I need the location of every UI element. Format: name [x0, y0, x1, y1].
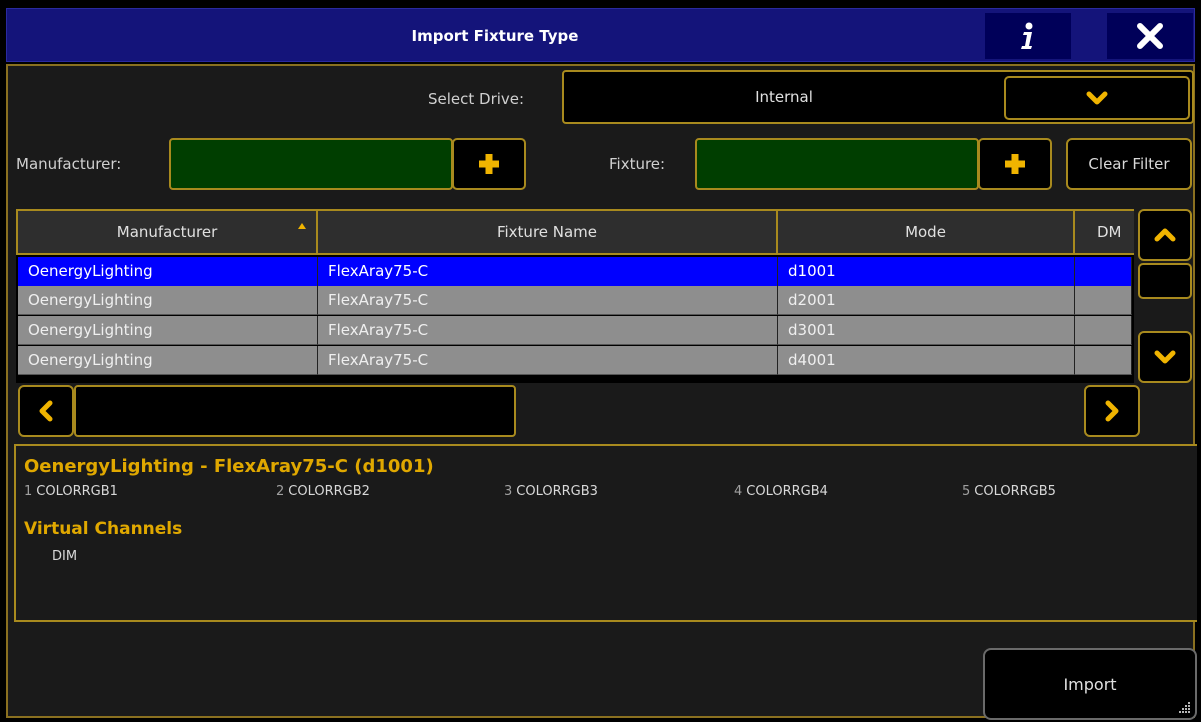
cell-manufacturer: OenergyLighting — [18, 257, 318, 286]
manufacturer-add-button[interactable] — [452, 138, 526, 190]
column-header-label: Fixture Name — [496, 223, 598, 241]
close-button[interactable] — [1107, 13, 1193, 59]
channel-item: 1 COLORRGB1 — [24, 484, 118, 499]
channel-name: COLORRGB5 — [974, 484, 1056, 499]
virtual-channel-item: DIM — [52, 549, 78, 564]
channel-name: COLORRGB2 — [288, 484, 370, 499]
drive-select-value: Internal — [755, 88, 813, 106]
scroll-left-button[interactable] — [18, 385, 74, 437]
drive-select[interactable]: Internal — [562, 70, 1194, 124]
column-header-label: Manufacturer — [116, 223, 218, 241]
channel-number: 2 — [276, 484, 285, 499]
table-row[interactable]: OenergyLighting FlexAray75-C d1001 — [18, 257, 1132, 286]
channel-name: COLORRGB4 — [746, 484, 828, 499]
chevron-left-icon — [39, 400, 53, 422]
cell-mode: d3001 — [778, 316, 1075, 345]
horizontal-scrollbar[interactable] — [16, 383, 1142, 439]
cell-dmx — [1075, 286, 1132, 315]
cell-mode: d1001 — [778, 257, 1075, 286]
scroll-up-button[interactable] — [1138, 209, 1192, 261]
channel-item: 4 COLORRGB4 — [734, 484, 828, 499]
cell-fixture-name: FlexAray75-C — [318, 346, 778, 375]
cell-manufacturer: OenergyLighting — [18, 316, 318, 345]
channel-number: 5 — [962, 484, 971, 499]
resize-grip-icon — [1179, 702, 1190, 713]
close-icon — [1137, 23, 1163, 49]
fixture-filter-label: Fixture: — [609, 155, 666, 173]
channel-item: 3 COLORRGB3 — [504, 484, 598, 499]
select-drive-label: Select Drive: — [428, 90, 525, 108]
cell-dmx — [1075, 257, 1132, 286]
column-header-dmx[interactable]: DM — [1075, 209, 1134, 255]
fixture-add-button[interactable] — [978, 138, 1052, 190]
manufacturer-filter-input[interactable] — [169, 138, 453, 190]
channel-name: COLORRGB1 — [36, 484, 118, 499]
drive-dropdown-button[interactable] — [1004, 76, 1190, 120]
table-row[interactable]: OenergyLighting FlexAray75-C d4001 — [18, 346, 1132, 375]
fixture-details-panel: OenergyLighting - FlexAray75-C (d1001) 1… — [14, 444, 1197, 622]
cell-fixture-name: FlexAray75-C — [318, 286, 778, 315]
chevron-up-icon — [1154, 228, 1176, 242]
title-bar: Import Fixture Type — [6, 8, 1195, 62]
column-header-manufacturer[interactable]: Manufacturer — [16, 209, 318, 255]
window-title: Import Fixture Type — [411, 27, 579, 45]
horizontal-scroll-thumb[interactable] — [74, 385, 516, 437]
scroll-right-button[interactable] — [1084, 385, 1140, 437]
fixture-table: Manufacturer Fixture Name Mode DM Oenerg… — [16, 209, 1134, 383]
column-header-label: Mode — [905, 223, 946, 241]
info-icon — [1021, 22, 1033, 49]
scroll-down-button[interactable] — [1138, 331, 1192, 383]
table-row[interactable]: OenergyLighting FlexAray75-C d3001 — [18, 316, 1132, 345]
channel-number: 3 — [504, 484, 513, 499]
column-header-fixture-name[interactable]: Fixture Name — [318, 209, 778, 255]
cell-fixture-name: FlexAray75-C — [318, 257, 778, 286]
cell-manufacturer: OenergyLighting — [18, 286, 318, 315]
channel-item: 5 COLORRGB5 — [962, 484, 1056, 499]
import-button-label: Import — [1063, 674, 1117, 694]
channel-number: 4 — [734, 484, 743, 499]
fixture-details-title: OenergyLighting - FlexAray75-C (d1001) — [24, 456, 434, 477]
vertical-scrollbar[interactable] — [1136, 209, 1192, 383]
fixture-filter-input[interactable] — [695, 138, 979, 190]
chevron-right-icon — [1105, 400, 1119, 422]
cell-mode: d2001 — [778, 286, 1075, 315]
chevron-down-icon — [1154, 350, 1176, 364]
import-button[interactable]: Import — [983, 648, 1197, 720]
sort-ascending-icon — [298, 223, 306, 229]
plus-icon — [1005, 154, 1025, 174]
cell-dmx — [1075, 316, 1132, 345]
scroll-thumb[interactable] — [1138, 263, 1192, 299]
virtual-channels-title: Virtual Channels — [24, 519, 183, 539]
table-row[interactable]: OenergyLighting FlexAray75-C d2001 — [18, 286, 1132, 315]
cell-dmx — [1075, 346, 1132, 375]
channel-item: 2 COLORRGB2 — [276, 484, 370, 499]
clear-filter-button[interactable]: Clear Filter — [1066, 138, 1192, 190]
info-button[interactable] — [985, 13, 1071, 59]
channel-name: COLORRGB3 — [516, 484, 598, 499]
channel-number: 1 — [24, 484, 33, 499]
column-header-label: DM — [1097, 223, 1122, 241]
manufacturer-filter-label: Manufacturer: — [16, 155, 122, 173]
cell-fixture-name: FlexAray75-C — [318, 316, 778, 345]
plus-icon — [479, 154, 499, 174]
chevron-down-icon — [1086, 91, 1108, 105]
cell-manufacturer: OenergyLighting — [18, 346, 318, 375]
cell-mode: d4001 — [778, 346, 1075, 375]
column-header-mode[interactable]: Mode — [778, 209, 1075, 255]
